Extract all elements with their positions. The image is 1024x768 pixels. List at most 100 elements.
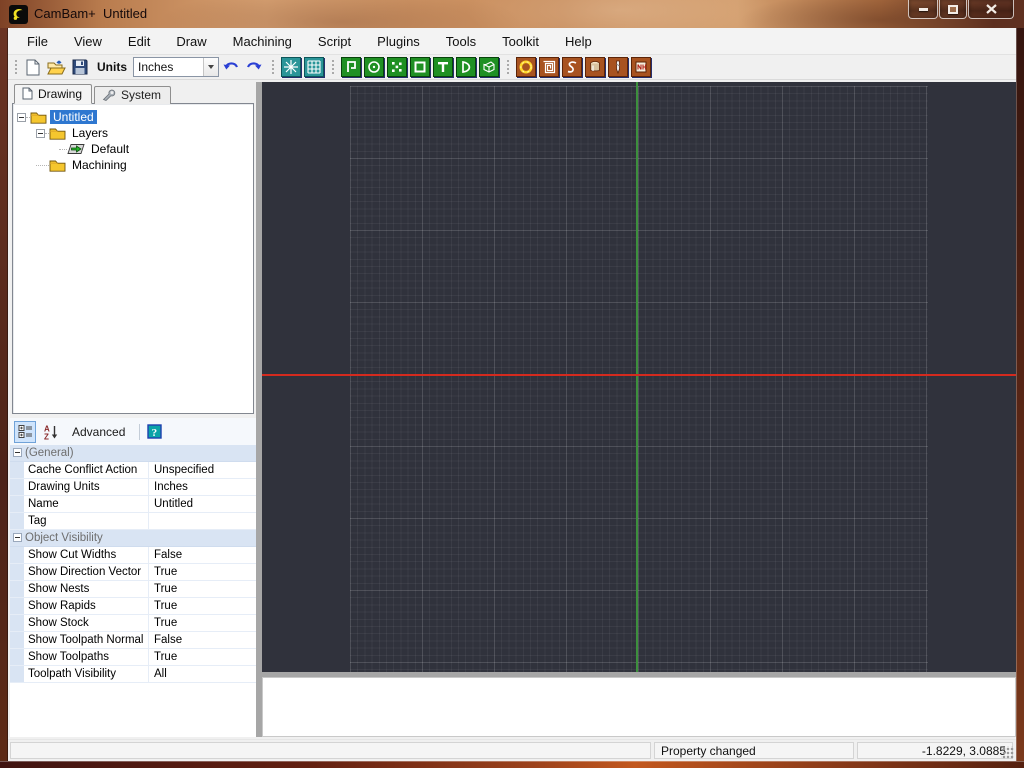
menu-tools[interactable]: Tools (433, 30, 489, 53)
tree-label-layers[interactable]: Layers (69, 126, 111, 140)
profile3d-toolpath-button[interactable] (606, 56, 629, 78)
maximize-button[interactable] (939, 0, 967, 19)
property-row[interactable]: NameUntitled (10, 496, 256, 513)
advanced-button[interactable]: Advanced (72, 425, 125, 439)
menu-help[interactable]: Help (552, 30, 605, 53)
tab-system[interactable]: System (94, 86, 171, 104)
collapse-icon[interactable] (17, 113, 26, 122)
drawing-tree: Untitled Layers Default (12, 103, 254, 414)
tree-item-default-layer[interactable]: Default (13, 141, 253, 157)
tab-system-label: System (121, 88, 161, 102)
property-row[interactable]: Show Direction VectorTrue (10, 564, 256, 581)
open-file-button[interactable] (45, 56, 68, 78)
save-icon (72, 59, 88, 75)
titlebar[interactable]: CamBam+ Untitled (0, 0, 1024, 28)
generate-gcode-button[interactable] (629, 56, 652, 78)
pocket-toolpath-button[interactable] (537, 56, 560, 78)
sort-alphabetical-button[interactable]: A Z (40, 421, 62, 443)
property-row[interactable]: Show RapidsTrue (10, 598, 256, 615)
snap-points-button[interactable] (279, 56, 302, 78)
toolbar-grip[interactable] (331, 59, 335, 75)
draw-text-button[interactable] (431, 56, 454, 78)
undo-icon (222, 60, 240, 74)
draw-text-icon (436, 60, 450, 74)
profile-toolpath-button[interactable] (514, 56, 537, 78)
tab-drawing[interactable]: Drawing (14, 84, 92, 104)
generate-gcode-icon (634, 60, 648, 74)
redo-icon (245, 60, 263, 74)
minimize-button[interactable] (908, 0, 938, 19)
property-row[interactable]: Toolpath VisibilityAll (10, 666, 256, 683)
menu-file[interactable]: File (14, 30, 61, 53)
status-message: Property changed (654, 742, 854, 759)
redo-button[interactable] (242, 56, 265, 78)
property-row[interactable]: Tag (10, 513, 256, 530)
engrave-toolpath-button[interactable] (560, 56, 583, 78)
profile3d-toolpath-icon (611, 60, 625, 74)
draw-rectangle-button[interactable] (408, 56, 431, 78)
property-row[interactable]: Show Toolpath NormalFalse (10, 632, 256, 649)
menu-plugins[interactable]: Plugins (364, 30, 433, 53)
undo-button[interactable] (219, 56, 242, 78)
toolbar-grip[interactable] (506, 59, 510, 75)
open-file-icon (47, 60, 66, 75)
collapse-icon[interactable] (36, 129, 45, 138)
close-button[interactable] (968, 0, 1014, 19)
save-button[interactable] (68, 56, 91, 78)
engrave-toolpath-icon (565, 60, 579, 74)
draw-arc-button[interactable] (454, 56, 477, 78)
property-category[interactable]: (General) (10, 445, 256, 462)
draw-circle-icon (367, 60, 381, 74)
draw-surface-button[interactable] (477, 56, 500, 78)
menu-edit[interactable]: Edit (115, 30, 163, 53)
help-button[interactable]: ? (144, 421, 166, 443)
draw-pointlist-button[interactable] (385, 56, 408, 78)
drill-toolpath-button[interactable] (583, 56, 606, 78)
drawing-canvas[interactable] (262, 82, 1016, 672)
tree-label-untitled[interactable]: Untitled (50, 110, 97, 124)
collapse-icon[interactable] (13, 533, 22, 542)
menu-toolkit[interactable]: Toolkit (489, 30, 552, 53)
snap-points-icon (284, 60, 298, 74)
property-row[interactable]: Cache Conflict ActionUnspecified (10, 462, 256, 479)
property-row[interactable]: Drawing UnitsInches (10, 479, 256, 496)
tree-item-layers[interactable]: Layers (13, 125, 253, 141)
menu-script[interactable]: Script (305, 30, 364, 53)
draw-arc-icon (459, 60, 473, 74)
property-row[interactable]: Show StockTrue (10, 615, 256, 632)
property-toolbar: A Z Advanced ? (10, 418, 256, 445)
tree-item-machining[interactable]: Machining (13, 157, 253, 173)
menu-view[interactable]: View (61, 30, 115, 53)
units-dropdown-button[interactable] (203, 58, 218, 76)
toolbar-grip[interactable] (271, 59, 275, 75)
window-border-bottom (0, 761, 1024, 768)
menu-draw[interactable]: Draw (163, 30, 219, 53)
property-category[interactable]: Object Visibility (10, 530, 256, 547)
folder-icon (49, 127, 66, 140)
show-grid-button[interactable] (302, 56, 325, 78)
window-border-left (0, 28, 8, 768)
draw-polyline-button[interactable] (339, 56, 362, 78)
category-label: (General) (22, 445, 74, 461)
window-border-right (1016, 28, 1024, 768)
property-row[interactable]: Show Cut WidthsFalse (10, 547, 256, 564)
property-row[interactable]: Show NestsTrue (10, 581, 256, 598)
toolbar-grip[interactable] (14, 59, 18, 75)
tree-item-untitled[interactable]: Untitled (13, 109, 253, 125)
units-value: Inches (134, 60, 203, 74)
maximize-icon (948, 5, 958, 14)
categorized-view-button[interactable] (14, 421, 36, 443)
units-combobox[interactable]: Inches (133, 57, 219, 77)
property-row[interactable]: Show ToolpathsTrue (10, 649, 256, 666)
tree-label-machining[interactable]: Machining (69, 158, 130, 172)
canvas-grid (350, 86, 928, 672)
tree-label-default-layer[interactable]: Default (88, 142, 132, 156)
resize-grip-icon[interactable] (1001, 746, 1014, 759)
menu-machining[interactable]: Machining (220, 30, 305, 53)
status-coordinates: -1.8229, 3.0885 (857, 742, 1013, 759)
collapse-icon[interactable] (13, 448, 22, 457)
draw-polyline-icon (344, 60, 358, 74)
y-axis-line (636, 82, 638, 672)
draw-circle-button[interactable] (362, 56, 385, 78)
new-file-button[interactable] (22, 56, 45, 78)
